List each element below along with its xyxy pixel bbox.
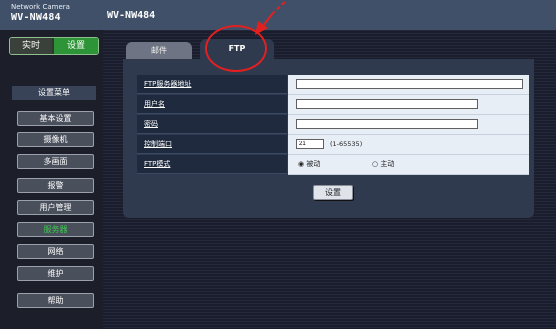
annotation-circle: [205, 25, 267, 72]
ftp-server-cell: [288, 75, 529, 95]
menu-network[interactable]: 网络: [17, 244, 94, 259]
password-cell: [288, 115, 529, 135]
menu-server[interactable]: 服务器: [17, 222, 94, 237]
setup-button[interactable]: 设置: [54, 38, 98, 54]
username-cell: [288, 95, 529, 115]
menu-help[interactable]: 帮助: [17, 293, 94, 308]
password-input[interactable]: [296, 119, 478, 129]
brand-model: WV-NW484: [11, 12, 61, 23]
control-port-input[interactable]: [296, 139, 324, 149]
tab-mail[interactable]: 邮件: [126, 42, 192, 59]
page-title: WV-NW484: [107, 10, 156, 21]
radio-passive-label: 被动: [306, 160, 321, 168]
ftp-mode-cell: ◉ 被动 ○ 主动: [288, 155, 529, 175]
username-input[interactable]: [296, 99, 478, 109]
ftp-mode-label: FTP模式: [137, 155, 287, 174]
menu-maintenance[interactable]: 维护: [17, 266, 94, 281]
brand-subtitle: Network Camera: [11, 3, 70, 11]
ftp-server-label: FTP服务器地址: [137, 75, 287, 94]
top-header: WV-NW484: [103, 0, 556, 30]
radio-active[interactable]: ○ 主动: [372, 155, 394, 174]
live-button[interactable]: 实时: [10, 38, 52, 54]
ftp-server-input[interactable]: [296, 79, 523, 89]
menu-user-management[interactable]: 用户管理: [17, 200, 94, 215]
set-button[interactable]: 设置: [313, 185, 353, 200]
control-port-cell: (1-65535): [288, 135, 529, 155]
menu-camera[interactable]: 摄像机: [17, 132, 94, 147]
control-port-hint: (1-65535): [330, 140, 363, 148]
radio-passive[interactable]: ◉ 被动: [298, 155, 320, 174]
brand-logo: Network Camera WV-NW484: [0, 0, 103, 30]
control-port-label: 控制端口: [137, 135, 287, 154]
menu-basic-settings[interactable]: 基本设置: [17, 111, 94, 126]
setup-menu-title: 设置菜单: [12, 86, 96, 100]
mode-switch: 实时 设置: [9, 37, 99, 55]
menu-multiscreen[interactable]: 多画面: [17, 154, 94, 169]
password-label: 密码: [137, 115, 287, 134]
username-label: 用户名: [137, 95, 287, 114]
radio-active-label: 主动: [380, 160, 395, 168]
menu-alarm[interactable]: 报警: [17, 178, 94, 193]
sidebar: Network Camera WV-NW484 实时 设置 设置菜单 基本设置 …: [0, 0, 103, 329]
